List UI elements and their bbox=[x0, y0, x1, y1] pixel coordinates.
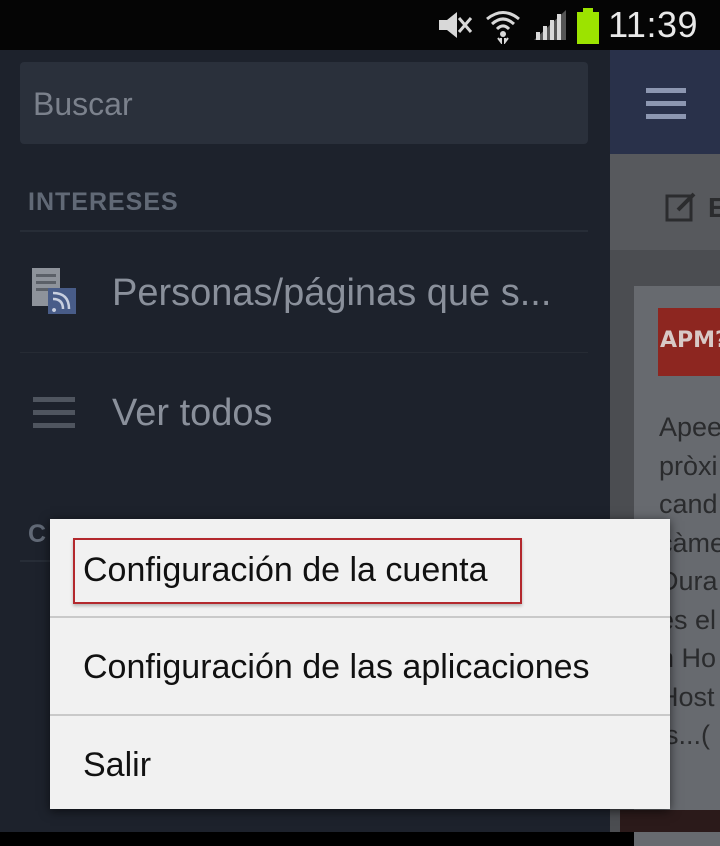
section-header-intereses: INTERESES bbox=[28, 188, 179, 216]
menu-item-label: Ver todos bbox=[112, 392, 273, 434]
status-bar: 11:39 bbox=[0, 0, 720, 50]
mute-icon bbox=[439, 12, 473, 38]
feed-subbar-text: E bbox=[708, 192, 720, 223]
menu-item-label: Salir bbox=[83, 746, 152, 784]
menu-item-logout[interactable]: Salir bbox=[50, 716, 670, 813]
menu-item-ver-todos[interactable]: Ver todos bbox=[0, 362, 610, 462]
feed-text-line: cand bbox=[659, 489, 718, 519]
pages-feed-icon bbox=[32, 268, 76, 314]
menu-item-label: Configuración de las aplicaciones bbox=[83, 648, 590, 686]
status-time: 11:39 bbox=[608, 4, 698, 45]
feed-status-bar: E bbox=[610, 154, 720, 250]
item-divider bbox=[20, 352, 588, 353]
feed-image-strip bbox=[620, 810, 720, 832]
menu-item-app-settings[interactable]: Configuración de las aplicaciones bbox=[50, 618, 670, 715]
feed-thumb: APM? bbox=[658, 308, 720, 376]
feed-thumb-text: APM? bbox=[660, 328, 720, 353]
battery-icon bbox=[577, 8, 599, 44]
menu-item-pages-feed[interactable]: Personas/páginas que s... bbox=[0, 242, 610, 342]
section-divider bbox=[20, 230, 588, 232]
wifi-icon bbox=[486, 11, 520, 44]
search-placeholder: Buscar bbox=[33, 86, 133, 122]
feed-text-line: Apee bbox=[659, 412, 720, 442]
menu-item-label: Personas/páginas que s... bbox=[112, 272, 552, 314]
signal-icon bbox=[534, 10, 566, 40]
menu-item-account-settings[interactable]: Configuración de la cuenta bbox=[50, 519, 670, 616]
menu-item-label: Configuración de la cuenta bbox=[83, 551, 488, 589]
edit-status-icon[interactable] bbox=[664, 190, 698, 224]
hamburger-menu-icon[interactable] bbox=[646, 86, 686, 122]
list-icon bbox=[33, 397, 75, 428]
feed-text-line: pròxi bbox=[659, 450, 718, 481]
section-header-second: C bbox=[28, 520, 47, 548]
account-popup-menu: Configuración de la cuenta Configuración… bbox=[50, 519, 670, 809]
search-input[interactable]: Buscar bbox=[20, 62, 588, 144]
